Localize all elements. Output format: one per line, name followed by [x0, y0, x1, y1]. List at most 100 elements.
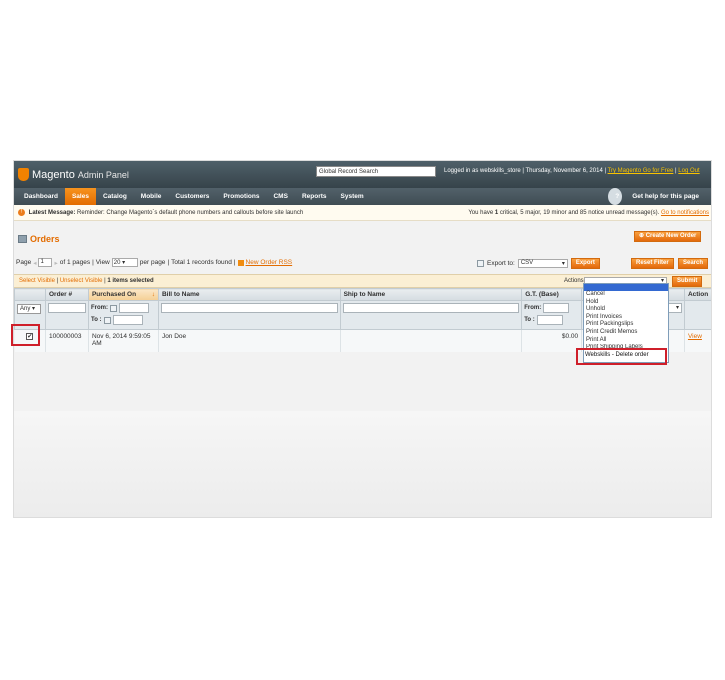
option-print-packingslips[interactable]: Print Packingslips [584, 321, 668, 329]
nav-mobile[interactable]: Mobile [134, 188, 169, 205]
magento-logo[interactable]: Magento Admin Panel [18, 168, 129, 181]
page-title-text: Orders [30, 234, 60, 244]
export-format-select[interactable]: CSV [517, 259, 568, 268]
nav-system[interactable]: System [334, 188, 371, 205]
next-page-icon[interactable]: ▸ [54, 259, 57, 267]
to-date-input[interactable] [112, 315, 143, 325]
option-unhold[interactable]: Unhold [584, 306, 668, 314]
go-to-notifications-link[interactable]: Go to notifications [661, 210, 709, 216]
unselect-visible-link[interactable]: Unselect Visible [60, 278, 103, 284]
option-hold[interactable]: Hold [584, 299, 668, 307]
order-number-filter[interactable] [47, 303, 86, 313]
calendar-icon[interactable] [109, 304, 117, 312]
col-ship-to[interactable]: Ship to Name [339, 288, 523, 301]
gt-from-input[interactable] [543, 303, 570, 313]
export-label: Export to: [487, 260, 515, 267]
delete-option-highlight-box [576, 348, 667, 365]
dropdown-highlighted-option[interactable] [584, 284, 668, 291]
ship-to-filter[interactable] [342, 303, 520, 313]
any-select[interactable]: Any ▾ [17, 304, 41, 314]
nav-promotions[interactable]: Promotions [216, 188, 266, 205]
to-row: To : [91, 315, 156, 325]
option-cancel[interactable]: Cancel [584, 291, 668, 299]
summary-rest: , 5 major, 19 minor and 85 notice unread… [516, 210, 660, 216]
export-icon [477, 260, 484, 267]
gt-from-row: From: [524, 303, 579, 313]
bill-to-filter[interactable] [160, 303, 338, 313]
filter-gt-cell: From: To : [521, 300, 583, 330]
option-print-all[interactable]: Print All [584, 337, 668, 345]
col-bill-to[interactable]: Bill to Name [157, 288, 341, 301]
view-label: View [95, 259, 110, 266]
export-controls: Export to: CSV Export [477, 258, 600, 269]
from-date-input[interactable] [118, 303, 149, 313]
search-button[interactable]: Search [678, 258, 709, 269]
logo-brand: Magento [32, 168, 75, 181]
prev-page-icon[interactable]: ◂ [33, 259, 36, 267]
col-purchased-on[interactable]: Purchased On ↓ [87, 288, 159, 301]
checkbox-highlight-box [11, 324, 40, 346]
row-purchased-on: Nov 6, 2014 9:59:05 AM [88, 329, 159, 352]
new-order-rss-link[interactable]: New Order RSS [246, 259, 293, 266]
header-bar: Magento Admin Panel Global Record Search… [14, 161, 711, 188]
filter-action-cell [683, 300, 711, 330]
warning-icon: ! [18, 208, 25, 216]
option-print-credit-memos[interactable]: Print Credit Memos [584, 329, 668, 337]
reset-filter-button[interactable]: Reset Filter [631, 258, 674, 269]
orders-icon [18, 235, 27, 243]
create-new-order-button[interactable]: ⊕ Create New Order [634, 231, 702, 242]
main-nav: Dashboard Sales Catalog Mobile Customers… [14, 188, 711, 205]
export-button[interactable]: Export [570, 258, 600, 269]
filter-bill-cell [157, 300, 341, 330]
col-purchased-on-label: Purchased On [91, 291, 137, 298]
nav-reports[interactable]: Reports [295, 188, 334, 205]
per-page-text: per page [139, 259, 166, 266]
nav-dashboard[interactable]: Dashboard [17, 188, 65, 205]
summary-prefix: You have [468, 210, 494, 216]
grid-empty-area [14, 411, 711, 517]
logged-in-text: Logged in as webskills_store [444, 168, 521, 174]
message-text: Reminder: Change Magento`s default phone… [77, 210, 304, 216]
magento-logo-icon [18, 168, 29, 181]
nav-cms[interactable]: CMS [266, 188, 294, 205]
help-link[interactable]: ? Get help for this page [601, 188, 711, 205]
gt-from-label: From: [524, 305, 542, 311]
filter-order-cell [44, 300, 89, 330]
try-magento-link[interactable]: Try Magento Go for Free [608, 168, 674, 174]
rss-icon [237, 259, 244, 266]
date-text: Thursday, November 6, 2014 [525, 168, 603, 174]
gt-to-input[interactable] [536, 315, 563, 325]
col-gt-base[interactable]: G.T. (Base) [521, 288, 583, 301]
actions-label: Actions [564, 278, 584, 284]
col-order-number[interactable]: Order # [44, 288, 89, 301]
select-visible-link[interactable]: Select Visible [19, 278, 55, 284]
page-label: Page [16, 259, 32, 266]
nav-sales[interactable]: Sales [64, 188, 96, 205]
total-records-text: Total 1 records found [171, 259, 232, 266]
global-search-input[interactable]: Global Record Search [316, 166, 436, 177]
row-order-number: 100000003 [45, 329, 89, 352]
logout-link[interactable]: Log Out [678, 168, 699, 174]
to-label: To : [90, 317, 102, 323]
critical-label: critical [499, 210, 517, 216]
col-select [14, 288, 46, 301]
option-print-invoices[interactable]: Print Invoices [584, 314, 668, 322]
view-link[interactable]: View [688, 333, 702, 340]
submit-button[interactable]: Submit [672, 276, 703, 287]
per-page-select[interactable]: 20 ▾ [111, 258, 138, 267]
nav-customers[interactable]: Customers [168, 188, 216, 205]
notifications-summary: You have 1 critical, 5 major, 19 minor a… [468, 205, 709, 221]
any-select-value: Any [20, 306, 31, 312]
per-page-value: 20 [113, 260, 121, 266]
pager: Page ◂ 1 ▸ of 1 pages | View 20 ▾ per pa… [16, 258, 293, 267]
page-input[interactable]: 1 [38, 258, 53, 267]
gt-to-row: To : [524, 315, 579, 325]
nav-catalog[interactable]: Catalog [96, 188, 134, 205]
help-link-label: Get help for this page [632, 193, 699, 200]
help-icon: ? [608, 188, 623, 205]
from-row: From: [91, 303, 156, 313]
row-bill-to: Jon Doe [158, 329, 341, 352]
calendar-icon[interactable] [103, 316, 111, 324]
logo-subtitle: Admin Panel [77, 169, 129, 180]
message-label: Latest Message: [28, 210, 76, 216]
